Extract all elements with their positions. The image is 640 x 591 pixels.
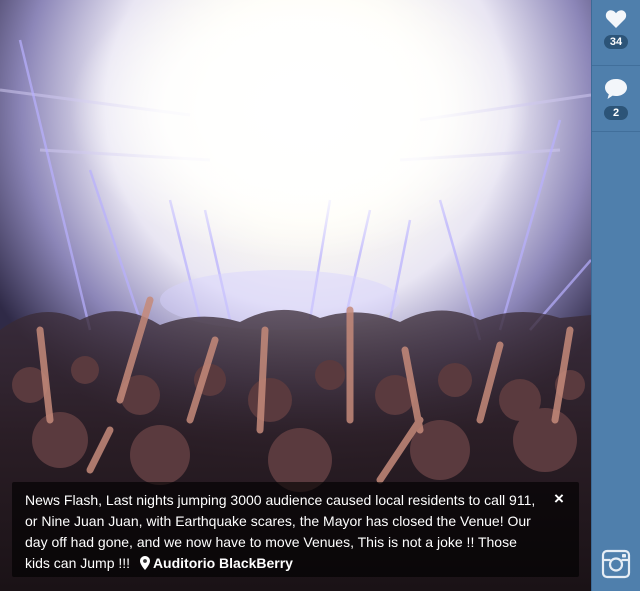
instagram-button[interactable] bbox=[601, 549, 631, 579]
comment-button[interactable]: 2 bbox=[592, 66, 640, 132]
comments-count: 2 bbox=[604, 106, 628, 120]
location-label: Auditorio BlackBerry bbox=[152, 555, 293, 571]
speech-bubble-icon bbox=[604, 78, 628, 100]
likes-count: 34 bbox=[603, 35, 629, 49]
heart-icon bbox=[605, 9, 627, 29]
action-sidebar: 34 2 bbox=[591, 0, 640, 591]
instagram-icon bbox=[601, 549, 631, 583]
like-button[interactable]: 34 bbox=[592, 0, 640, 66]
close-button[interactable]: × bbox=[551, 490, 567, 508]
location-link[interactable]: Auditorio BlackBerry bbox=[134, 555, 293, 571]
photo-caption: News Flash, Last nights jumping 3000 aud… bbox=[12, 482, 579, 577]
map-pin-icon bbox=[139, 555, 150, 576]
